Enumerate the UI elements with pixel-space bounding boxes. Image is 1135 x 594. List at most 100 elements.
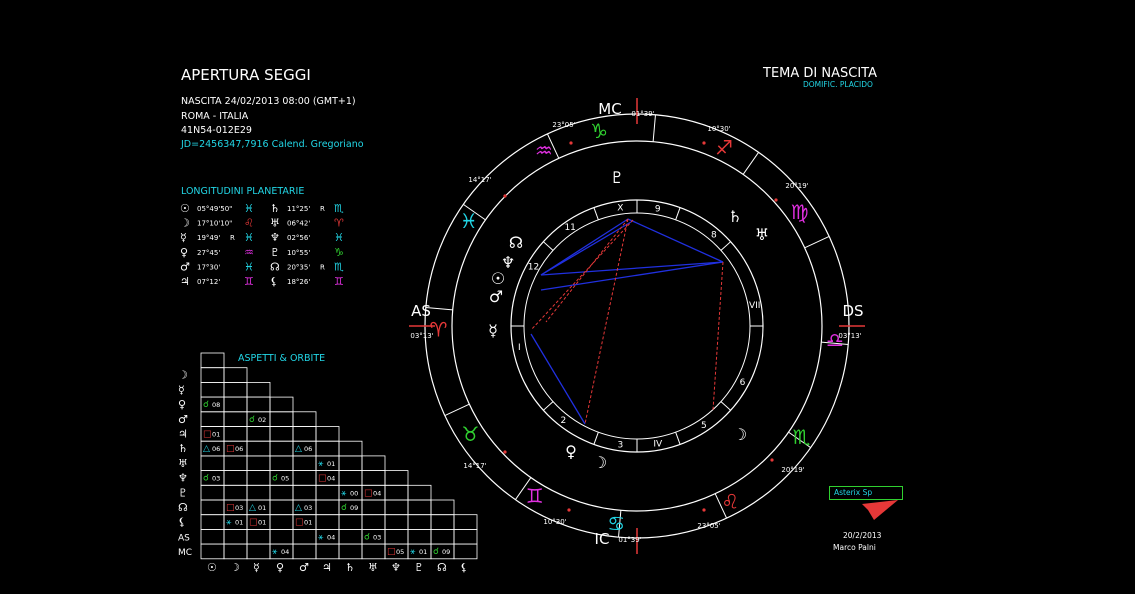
cusp-tick — [770, 458, 774, 462]
aspect-col-label: ♆ — [391, 561, 401, 574]
zodiac-sign-glyph: ♐ — [715, 136, 733, 160]
aspect-grid-cell — [384, 514, 409, 530]
aspect-symbol: ⚹ — [318, 459, 324, 469]
aspect-grid-cell — [200, 514, 225, 530]
house-cusp-line — [593, 432, 599, 445]
angle-label-ds: DS — [842, 302, 863, 320]
aspect-orb: 06 — [304, 445, 312, 453]
zodiac-sign-glyph: ♋ — [607, 511, 625, 535]
aspect-row-label: ☿ — [178, 383, 185, 396]
aspect-symbol: ☌ — [272, 474, 278, 484]
aspect-grid-cell — [246, 529, 271, 545]
longitude-sign-glyph: ♑ — [334, 246, 344, 259]
aspect-grid-cell — [361, 514, 386, 530]
aspect-symbol: ⚹ — [341, 488, 347, 498]
aspect-symbol: ⚹ — [410, 547, 416, 557]
aspect-line-red — [584, 218, 629, 425]
longitude-sign-glyph: ♏ — [334, 260, 344, 273]
aspect-grid-cell — [269, 411, 294, 427]
zodiac-sign-glyph: ♑ — [590, 119, 608, 143]
aspect-grid-cell — [269, 426, 294, 442]
aspect-symbol: △ — [203, 444, 210, 454]
house-cusp-line — [720, 401, 731, 411]
aspect-grid-cell — [407, 484, 432, 501]
longitude-sign-glyph: ♓ — [244, 202, 254, 215]
cusp-degree-label: 14°17' — [468, 176, 491, 184]
longitude-sign-glyph: ♓ — [244, 260, 254, 273]
aspect-orb: 04 — [281, 548, 289, 556]
aspect-grid-cell — [453, 514, 478, 530]
aspect-orb: 00 — [350, 489, 358, 497]
planet-glyph: ♄ — [728, 207, 742, 226]
aspect-line-red — [712, 261, 724, 411]
house-number: 3 — [618, 440, 624, 450]
cusp-degree-label: 20°19' — [781, 466, 804, 474]
cusp-tick — [702, 508, 706, 512]
angle-degree-as: 03°13' — [410, 332, 433, 340]
aspect-grid-cell — [338, 455, 363, 471]
house-cusp-line — [543, 241, 554, 251]
aspect-row-label: ♃ — [178, 428, 188, 441]
aspect-orb: 01 — [212, 431, 220, 439]
aspect-col-label: ⚸ — [460, 561, 468, 574]
aspect-grid-cell — [246, 484, 271, 501]
longitude-planet-glyph: ☊ — [270, 260, 280, 273]
aspect-grid-cell — [200, 381, 225, 398]
longitude-planet-glyph: ☽ — [180, 217, 190, 230]
aspect-symbol: □ — [295, 518, 304, 528]
aspect-row-label: ♅ — [178, 457, 188, 470]
sign-boundary — [652, 114, 656, 142]
aspect-col-label: ♇ — [414, 561, 424, 574]
longitude-sign-glyph: ♓ — [334, 231, 344, 244]
cusp-tick — [702, 141, 706, 145]
cusp-degree-label: 20°19' — [785, 182, 808, 190]
house-number: I — [518, 343, 521, 353]
aspect-grid-cell — [246, 381, 271, 398]
aspect-row-label: ⚸ — [178, 516, 186, 529]
aspect-symbol: ☌ — [203, 400, 209, 410]
aspect-symbol: ☌ — [433, 547, 439, 557]
longitude-retro: R — [320, 263, 325, 271]
angle-label-ic: IC — [595, 530, 610, 548]
aspect-grid-cell — [200, 499, 225, 516]
aspect-grid-cell — [338, 440, 363, 457]
house-cusp-line — [543, 401, 554, 411]
aspect-symbol: □ — [226, 503, 235, 513]
aspect-row-label: ♇ — [178, 486, 188, 499]
longitude-planet-glyph: ☉ — [180, 202, 190, 215]
longitude-sign-glyph: ♈ — [334, 217, 344, 230]
longitude-planet-glyph: ☿ — [180, 231, 187, 244]
house-outer-ring — [510, 199, 764, 453]
aspect-orb: 02 — [258, 416, 266, 424]
longitude-retro: R — [320, 205, 325, 213]
aspect-grid-cell — [384, 499, 409, 516]
aspect-orb: 03 — [373, 533, 381, 541]
cusp-tick — [567, 508, 571, 512]
aspect-grid-cell — [292, 543, 317, 560]
aspect-grid-cell — [315, 426, 340, 442]
aspect-symbol: ☌ — [364, 532, 370, 542]
aspect-grid-cell — [384, 470, 409, 486]
aspect-line-blue — [540, 261, 724, 276]
cusp-tick — [774, 198, 778, 202]
astro-drawing: ☉ 05°49'50" ♓ ☽ 17°10'10" ♌ ☿ 19°49' R ♓ ♀ 27°45' ♒ ♂… — [178, 98, 898, 574]
aspect-orb: 04 — [373, 489, 381, 497]
sign-boundary — [444, 403, 470, 417]
aspect-row-label: ♂ — [178, 413, 188, 426]
aspect-grid-cell — [292, 455, 317, 471]
longitude-planet-glyph: ♂ — [180, 260, 190, 273]
aspect-symbol: □ — [203, 430, 212, 440]
aspect-orb: 05 — [396, 548, 404, 556]
aspect-orb: 01 — [258, 504, 266, 512]
house-cusp-line — [675, 432, 681, 445]
sign-boundary — [742, 152, 760, 175]
aspect-grid-cell — [200, 367, 225, 383]
aspect-grid-cell — [361, 455, 386, 471]
aspect-grid-cell — [315, 440, 340, 457]
aspect-orb: 01 — [304, 519, 312, 527]
aspect-symbol: △ — [295, 503, 302, 513]
aspect-grid-cell — [292, 426, 317, 442]
aspect-line-blue — [540, 261, 724, 291]
aspect-grid-cell — [200, 352, 225, 369]
longitude-value: 17°30' — [197, 263, 220, 271]
